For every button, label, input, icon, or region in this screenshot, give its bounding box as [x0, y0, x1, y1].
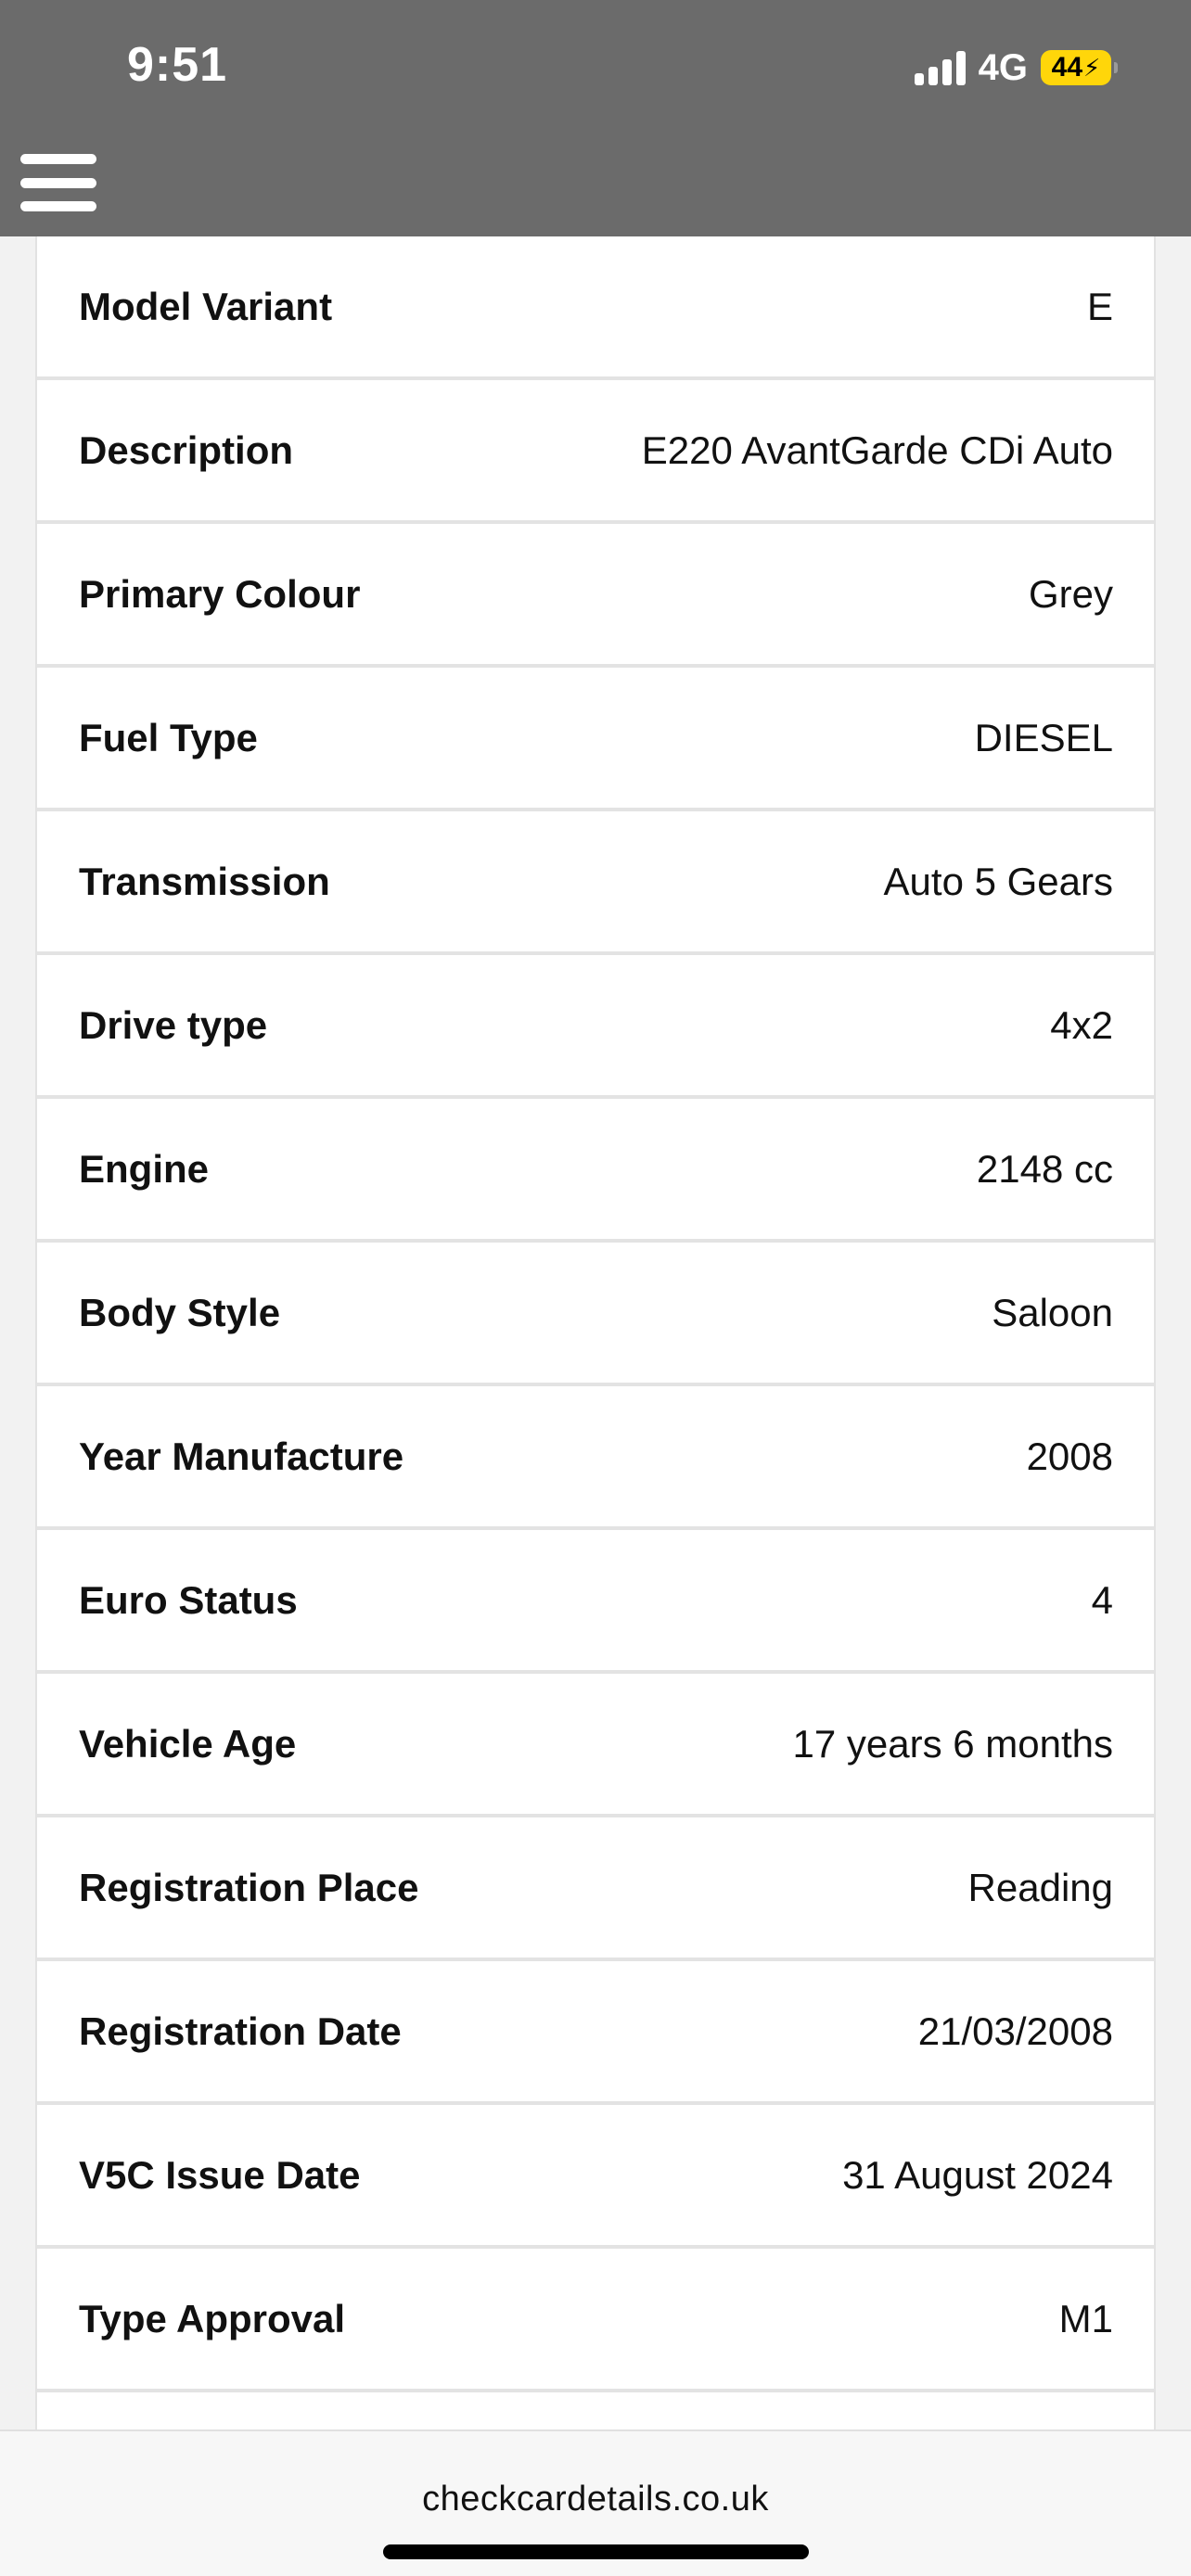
detail-label: V5C Issue Date: [79, 2152, 361, 2197]
detail-label: Model Variant: [79, 284, 333, 328]
vehicle-details-table: Model Variant E Description E220 AvantGarde…: [35, 236, 1156, 2429]
detail-row: Type Approval M1: [37, 2249, 1154, 2392]
detail-row: Primary Colour Grey: [37, 524, 1154, 668]
detail-label: Type Approval: [79, 2296, 346, 2340]
detail-value: 2008: [1026, 1434, 1113, 1478]
detail-value: Grey: [1028, 571, 1113, 616]
detail-value: Auto 5 Gears: [883, 859, 1113, 903]
browser-url[interactable]: checkcardetails.co.uk: [0, 2480, 1191, 2519]
detail-label: Transmission: [79, 859, 330, 903]
detail-value: 17 years 6 months: [792, 1721, 1113, 1766]
detail-label: Engine: [79, 1146, 210, 1191]
detail-row: Body Style Saloon: [37, 1243, 1154, 1386]
detail-value: Saloon: [992, 1290, 1113, 1334]
detail-row: Vehicle Age 17 years 6 months: [37, 1674, 1154, 1817]
detail-value: 31 August 2024: [842, 2152, 1113, 2197]
status-indicators: 4G 44 ⚡︎: [914, 45, 1118, 91]
detail-row: Euro Status 4: [37, 1530, 1154, 1674]
detail-row: Engine 2148 cc: [37, 1099, 1154, 1243]
detail-row: Transmission Auto 5 Gears: [37, 811, 1154, 955]
signal-icon: [914, 50, 966, 85]
detail-row: Drive type 4x2: [37, 955, 1154, 1099]
detail-row: Registration Date 21/03/2008: [37, 1961, 1154, 2105]
detail-label: Year Manufacture: [79, 1434, 404, 1478]
detail-label: Euro Status: [79, 1577, 298, 1622]
detail-value: 4x2: [1050, 1002, 1113, 1047]
network-type: 4G: [978, 46, 1028, 88]
detail-label: Fuel Type: [79, 715, 258, 759]
detail-value: 21/03/2008: [917, 2009, 1113, 2053]
hamburger-menu-icon[interactable]: [20, 154, 96, 211]
detail-label: Description: [79, 427, 294, 472]
detail-value: 2148 cc: [976, 1146, 1113, 1191]
detail-label: Primary Colour: [79, 571, 361, 616]
detail-value: DIESEL: [974, 715, 1113, 759]
detail-label: Registration Date: [79, 2009, 402, 2053]
status-time: 9:51: [127, 38, 228, 92]
detail-row: Fuel Type DIESEL: [37, 668, 1154, 811]
detail-row: V5C Issue Date 31 August 2024: [37, 2105, 1154, 2249]
detail-value: E220 AvantGarde CDi Auto: [641, 427, 1113, 472]
detail-value: 4: [1091, 1577, 1113, 1622]
detail-row: Model Variant E: [37, 236, 1154, 380]
detail-label: Vehicle Age: [79, 1721, 297, 1766]
detail-row: Year Manufacture 2008: [37, 1386, 1154, 1530]
detail-row: Description E220 AvantGarde CDi Auto: [37, 380, 1154, 524]
charging-bolt-icon: ⚡︎: [1083, 53, 1101, 82]
detail-value: E: [1086, 284, 1113, 328]
detail-value: M1: [1058, 2296, 1113, 2340]
browser-address-bar[interactable]: checkcardetails.co.uk: [0, 2429, 1191, 2576]
battery-icon: 44 ⚡︎: [1041, 50, 1118, 85]
home-indicator[interactable]: [383, 2544, 809, 2559]
detail-label: Drive type: [79, 1002, 268, 1047]
app-header: 9:51 4G 44 ⚡︎: [0, 0, 1191, 236]
battery-level: 44: [1051, 52, 1083, 83]
detail-label: Registration Place: [79, 1865, 419, 1909]
detail-row: Registration Place Reading: [37, 1817, 1154, 1961]
detail-label: Body Style: [79, 1290, 281, 1334]
detail-value: Reading: [967, 1865, 1113, 1909]
detail-row-partial: [37, 2392, 1154, 2429]
